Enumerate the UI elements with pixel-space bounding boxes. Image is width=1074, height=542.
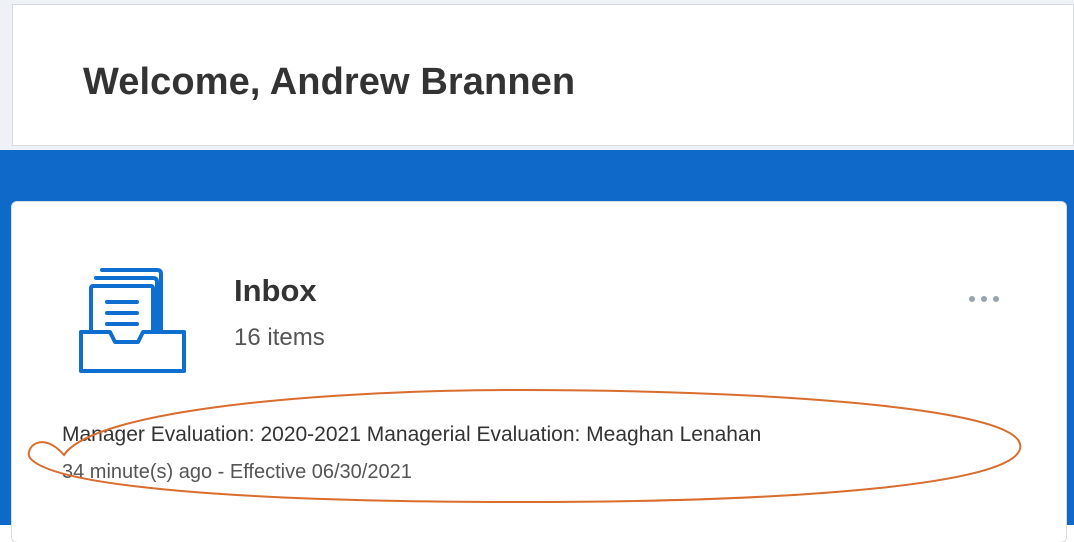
inbox-title: Inbox (234, 273, 317, 308)
welcome-card: Welcome, Andrew Brannen (12, 4, 1074, 146)
more-dot (981, 296, 987, 302)
workday-home: Welcome, Andrew Brannen Inbox 16 items M… (0, 0, 1074, 542)
more-dot (969, 296, 975, 302)
page-title: Welcome, Andrew Brannen (83, 61, 576, 103)
more-dot (993, 296, 999, 302)
inbox-more-button[interactable] (954, 286, 1014, 312)
inbox-card: Inbox 16 items Manager Evaluation: 2020-… (12, 202, 1066, 542)
task-title: Manager Evaluation: 2020-2021 Managerial… (62, 423, 762, 446)
more-horizontal-icon (966, 296, 1002, 302)
task-meta: 34 minute(s) ago - Effective 06/30/2021 (62, 461, 412, 483)
inbox-tray-icon (79, 268, 186, 373)
inbox-task-item[interactable]: Manager Evaluation: 2020-2021 Managerial… (62, 422, 1032, 484)
inbox-item-count: 16 items (234, 324, 325, 351)
